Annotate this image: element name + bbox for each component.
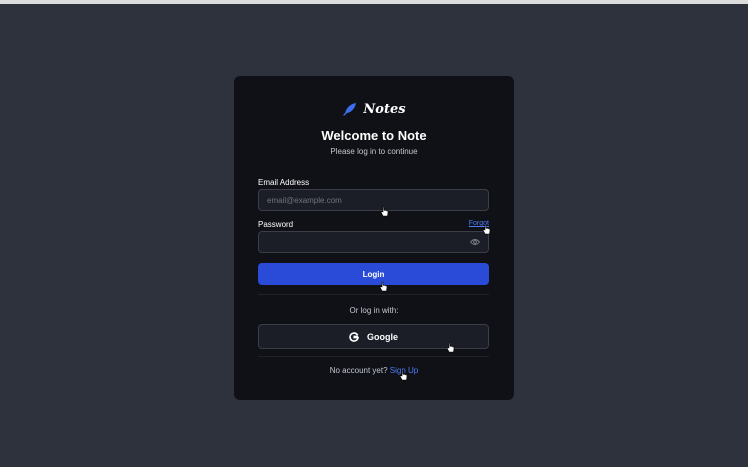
browser-top-strip [0, 0, 748, 4]
brand: Notes [234, 100, 514, 118]
email-label: Email Address [258, 178, 310, 187]
google-button-label: Google [367, 331, 398, 342]
login-button-label: Login [362, 269, 385, 279]
divider [258, 356, 489, 357]
signup-link[interactable]: Sign Up [390, 366, 418, 375]
login-card: Notes Welcome to Note Please log in to c… [234, 76, 514, 400]
alt-login-text: Or log in with: [349, 306, 399, 315]
forgot-password-link[interactable]: Forgot [469, 220, 489, 227]
no-account-text: No account yet? [329, 366, 388, 375]
password-field[interactable] [258, 231, 489, 253]
eye-icon[interactable] [470, 238, 480, 246]
google-icon [349, 331, 359, 342]
brand-name: Notes [363, 101, 406, 117]
divider [258, 294, 489, 295]
page-title: Welcome to Note [321, 128, 427, 143]
password-label: Password [258, 220, 294, 229]
google-login-button[interactable]: Google [258, 324, 489, 349]
signup-prompt: No account yet? Sign Up [234, 366, 514, 375]
page-subtitle: Please log in to continue [330, 147, 418, 156]
email-field[interactable] [258, 189, 489, 211]
feather-icon [343, 103, 357, 116]
login-button[interactable]: Login [258, 263, 489, 285]
